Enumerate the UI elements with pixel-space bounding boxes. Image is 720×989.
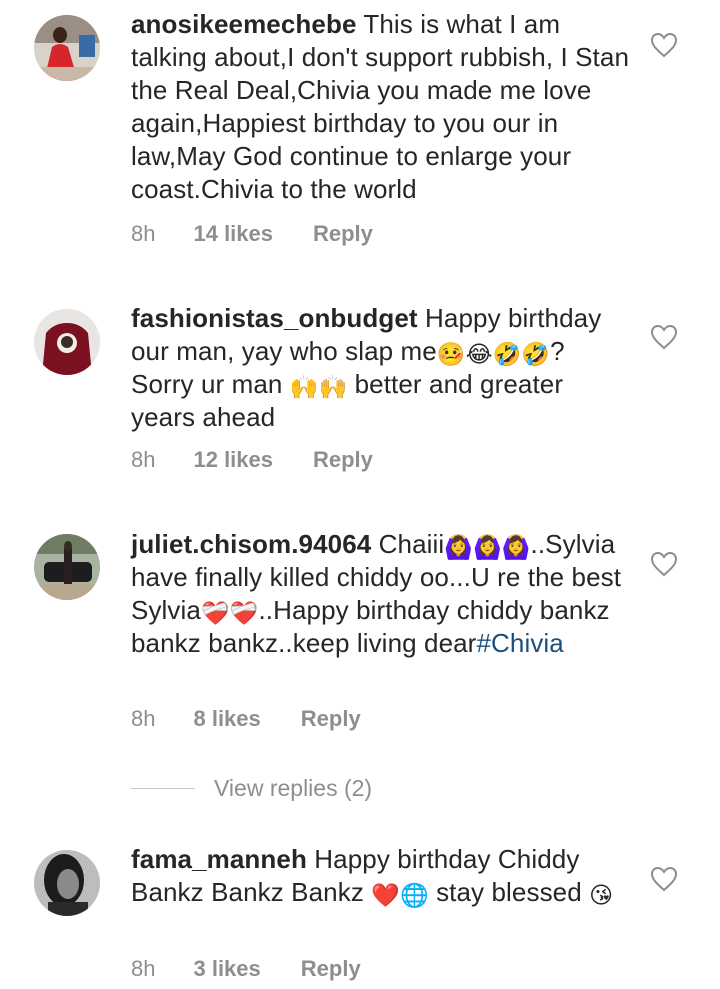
comment-username[interactable]: anosikeemechebe	[131, 9, 357, 39]
comment-body: fama_manneh Happy birthday Chiddy Bankz …	[131, 843, 631, 909]
emoji-group: ❤️‍🩹❤️‍🩹	[200, 600, 259, 626]
comment-time: 8h	[131, 706, 156, 731]
reply-button[interactable]: Reply	[301, 956, 361, 982]
emoji-group: ❤️🌐	[371, 882, 429, 908]
divider-line	[131, 787, 195, 789]
comment-text: stay blessed	[428, 877, 590, 907]
comment-meta: 8h 14 likes Reply	[131, 219, 373, 249]
reply-button[interactable]: Reply	[313, 221, 373, 247]
reply-button[interactable]: Reply	[313, 447, 373, 473]
comment-body: juliet.chisom.94064 Chaiii🙆‍♀️🙆‍♀️🙆‍♀️..…	[131, 528, 631, 660]
avatar-image	[34, 15, 100, 81]
comment-username[interactable]: fashionistas_onbudget	[131, 303, 418, 333]
heart-outline-icon[interactable]	[650, 551, 678, 577]
view-replies-button[interactable]: View replies (2)	[131, 772, 372, 804]
comment-meta: 8h 8 likes Reply	[131, 704, 361, 734]
heart-outline-icon[interactable]	[650, 866, 678, 892]
avatar[interactable]	[34, 15, 100, 81]
emoji-group: 🙆‍♀️🙆‍♀️🙆‍♀️	[444, 534, 531, 560]
comment-text: Chaiii	[378, 529, 445, 559]
reply-button[interactable]: Reply	[301, 706, 361, 732]
avatar[interactable]	[34, 309, 100, 375]
avatar-image	[34, 850, 100, 916]
avatar[interactable]	[34, 534, 100, 600]
comment-time: 8h	[131, 221, 156, 246]
comment-meta: 8h 3 likes Reply	[131, 954, 361, 984]
comment-username[interactable]: juliet.chisom.94064	[131, 529, 371, 559]
comment-likes[interactable]: 8 likes	[193, 706, 260, 732]
comment-meta: 8h 12 likes Reply	[131, 445, 373, 475]
avatar-image	[34, 534, 100, 600]
emoji-group: 🙌🙌	[289, 374, 348, 400]
comment-likes[interactable]: 12 likes	[193, 447, 273, 473]
comment-username[interactable]: fama_manneh	[131, 844, 307, 874]
avatar-image	[34, 309, 100, 375]
comment-likes[interactable]: 14 likes	[193, 221, 273, 247]
heart-outline-icon[interactable]	[650, 324, 678, 350]
heart-outline-icon[interactable]	[650, 32, 678, 58]
emoji-group: 😘	[589, 882, 614, 908]
comment-time: 8h	[131, 956, 156, 981]
emoji-group: 🤒😂🤣🤣	[436, 341, 551, 367]
hashtag-link[interactable]: #Chivia	[476, 628, 563, 658]
view-replies-label: View replies (2)	[214, 774, 373, 801]
comment-likes[interactable]: 3 likes	[193, 956, 260, 982]
avatar[interactable]	[34, 850, 100, 916]
comment-time: 8h	[131, 447, 156, 472]
comment-body: anosikeemechebe This is what I am talkin…	[131, 8, 631, 206]
comment-body: fashionistas_onbudget Happy birthday our…	[131, 302, 631, 434]
